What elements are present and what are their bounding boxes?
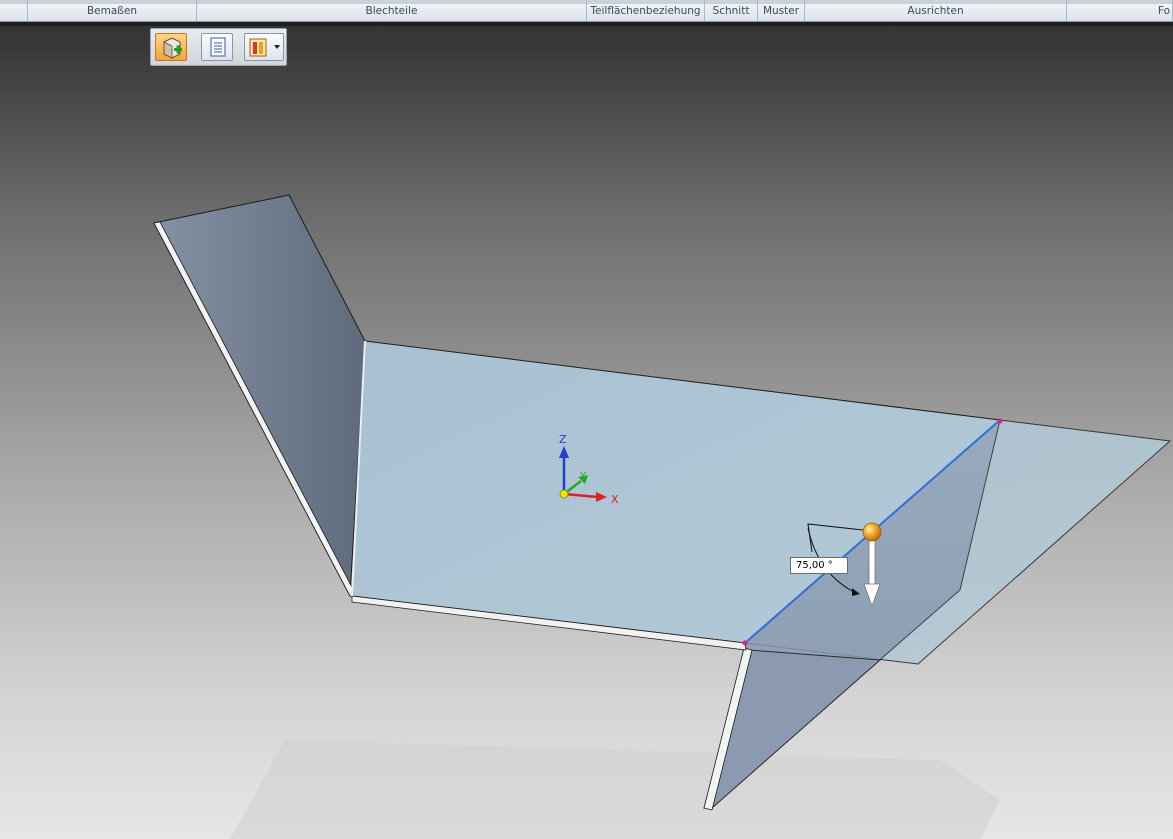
ribbon-group-teilflaechenbeziehung[interactable]: Teilflächenbeziehung (587, 0, 705, 21)
chevron-down-icon (274, 45, 280, 49)
drag-arrow-shaft[interactable] (868, 539, 876, 587)
add-feature-icon (163, 37, 182, 59)
ribbon-bar: Bemaßen Blechteile Teilflächenbeziehung … (0, 0, 1173, 22)
edge-endpoint-marker (997, 418, 1003, 424)
triad-x-label: X (611, 493, 619, 506)
add-feature-button[interactable] (155, 33, 187, 61)
sheet-metal-option-icon (249, 38, 280, 57)
ribbon-group-blechteile[interactable]: Blechteile (197, 0, 587, 21)
3d-viewport[interactable]: Z Y X (0, 26, 1173, 839)
edge-endpoint-marker (742, 640, 748, 646)
ribbon-group-ausrichten[interactable]: Ausrichten (805, 0, 1067, 21)
triad-z-label: Z (559, 433, 567, 446)
sheet-metal-option-dropdown[interactable] (244, 33, 284, 61)
ribbon-group-bemassen[interactable]: Bemaßen (28, 0, 197, 21)
ground-shadow (230, 740, 1000, 839)
left-flange-face[interactable] (153, 194, 366, 598)
properties-button[interactable] (201, 33, 233, 61)
ribbon-group-partial[interactable] (0, 0, 28, 21)
ribbon-group-muster[interactable]: Muster (758, 0, 805, 21)
triad-y-label: Y (579, 471, 587, 482)
quick-toolbar (150, 28, 287, 66)
angle-value-input[interactable]: 75,00 ° (790, 557, 848, 574)
ribbon-group-fo[interactable]: Fo (1067, 0, 1173, 21)
properties-list-icon (210, 37, 226, 57)
drag-handle-ball[interactable] (862, 522, 882, 542)
ribbon-group-schnitt[interactable]: Schnitt (705, 0, 758, 21)
